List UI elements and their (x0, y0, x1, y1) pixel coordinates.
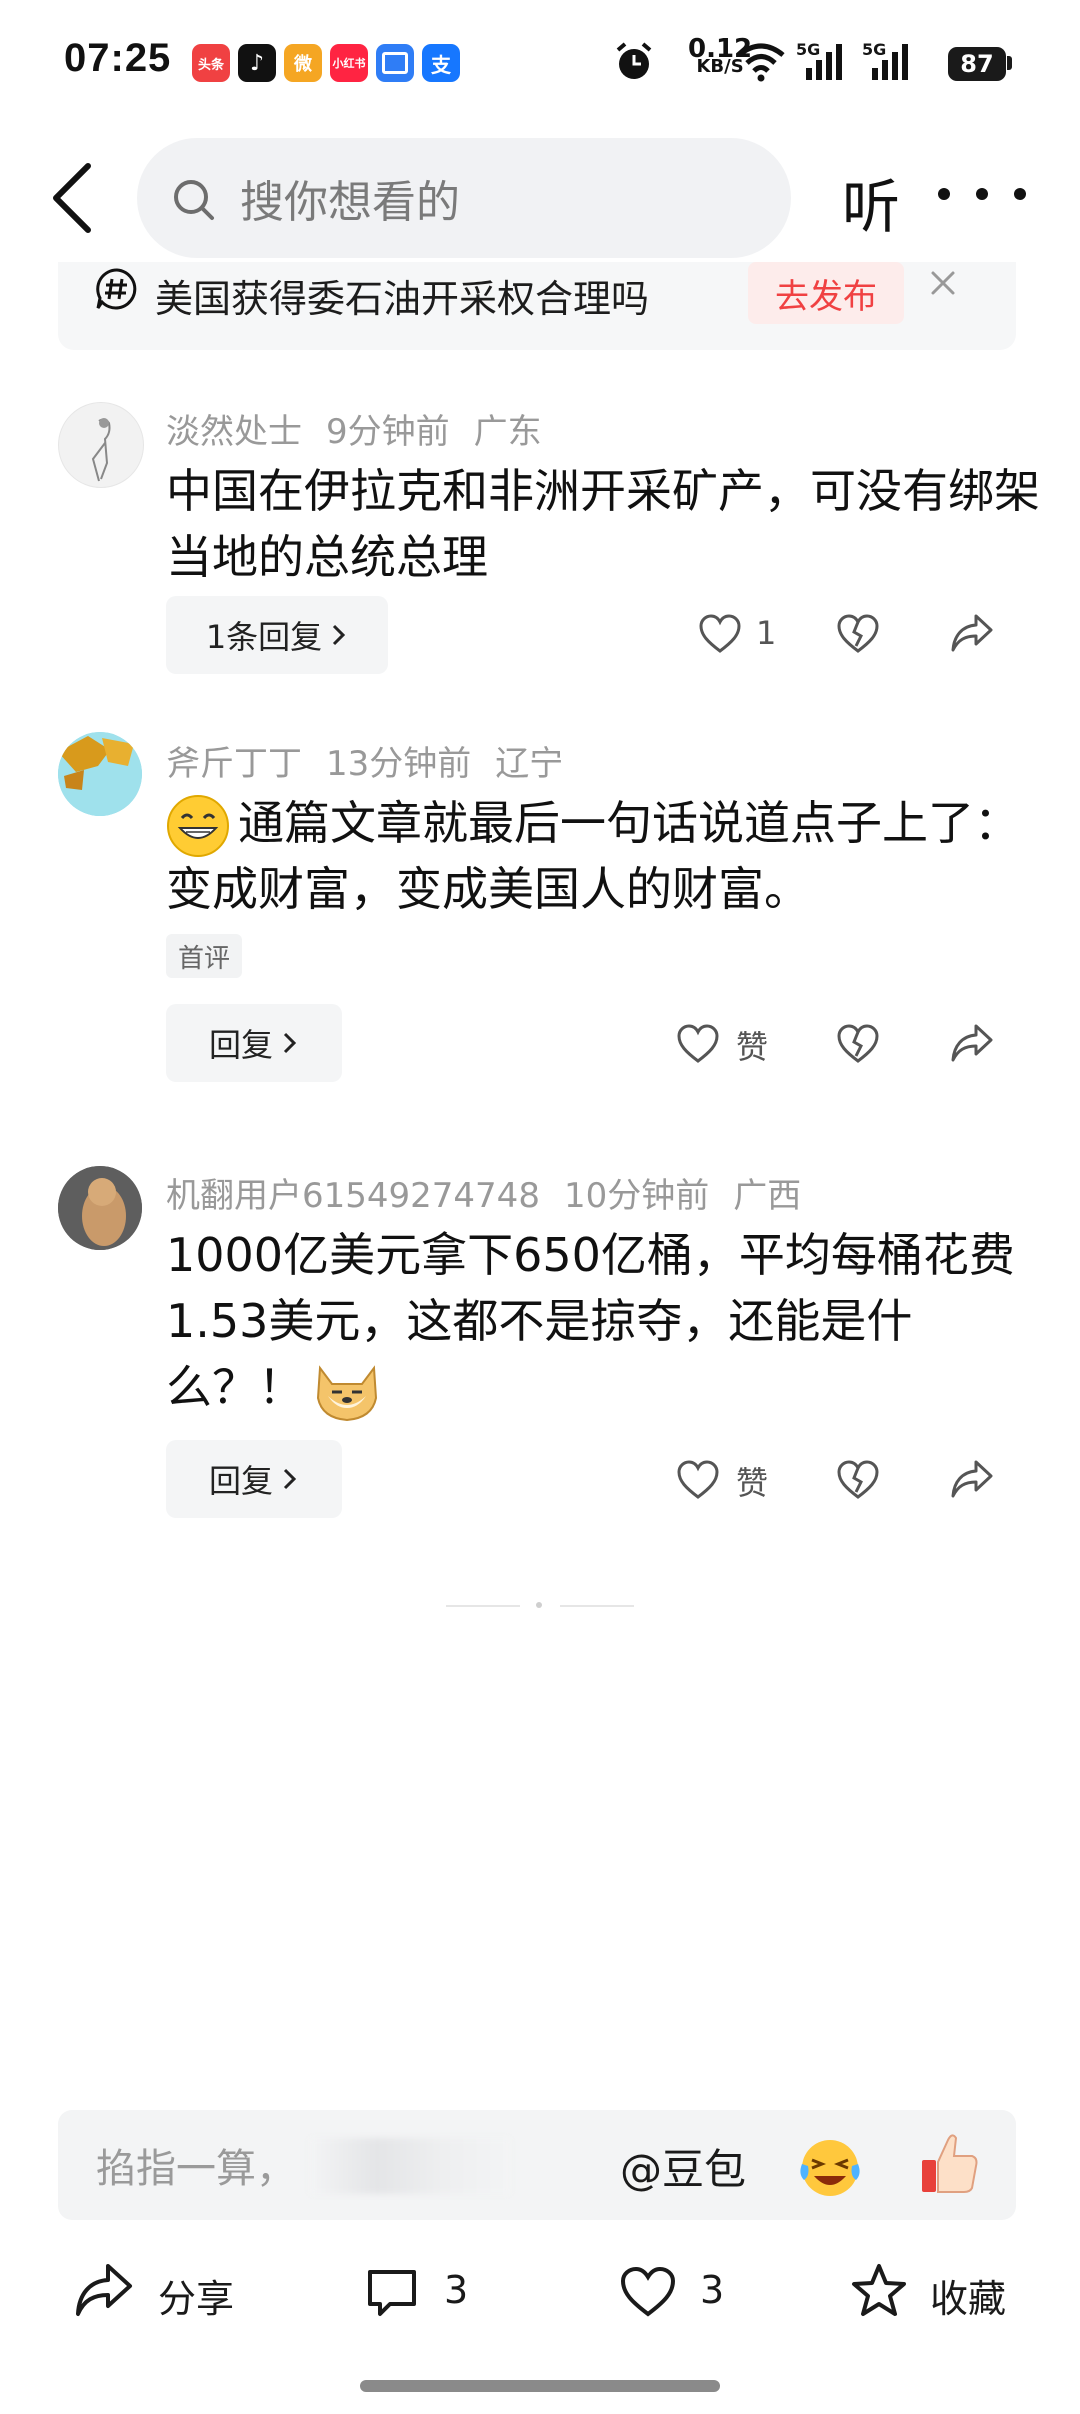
alipay-icon: 支 (422, 44, 460, 82)
comment-count: 3 (444, 2268, 469, 2312)
comment-bubble-icon (368, 2270, 416, 2316)
listen-button[interactable]: 听 (842, 160, 900, 244)
like-label: 赞 (736, 1464, 769, 1502)
dislike-broken-heart-icon[interactable] (836, 1024, 880, 1064)
avatar[interactable] (58, 1166, 142, 1250)
comment-time: 9分钟前 (326, 412, 450, 452)
topic-title: 美国获得委石油开采权合理吗 (155, 277, 650, 321)
more-icon[interactable] (934, 186, 1034, 202)
share-action[interactable]: 分享 (74, 2258, 264, 2328)
status-bar: 07:25 头条 ♪ 微 小红书 支 0.12 KB/S 5G 5G 87 (0, 0, 1080, 120)
weibo-icon: 微 (284, 44, 322, 82)
signal-5g-icon: 5G (862, 40, 914, 84)
search-placeholder: 搜你想看的 (240, 177, 460, 228)
mention-doubao-button[interactable]: @豆包 (620, 2136, 746, 2197)
comment-meta: 斧斤丁丁 13分钟前 辽宁 (166, 736, 587, 785)
avatar[interactable] (58, 732, 142, 816)
laughing-emoji-button-icon[interactable] (796, 2134, 864, 2198)
like-count: 3 (700, 2268, 725, 2312)
avatar-leaves-icon (58, 732, 142, 816)
home-indicator[interactable] (360, 2380, 720, 2392)
dislike-broken-heart-icon[interactable] (836, 1460, 880, 1500)
close-icon[interactable] (928, 268, 958, 298)
xiaohongshu-icon: 小红书 (330, 44, 368, 82)
publish-button[interactable]: 去发布 (748, 262, 904, 324)
blurred-placeholder-text (310, 2138, 510, 2194)
like-label: 赞 (736, 1028, 769, 1066)
comment-content[interactable]: 1000亿美元拿下650亿桶，平均每桶花费1.53美元，这都不是掠夺，还能是什么… (166, 1222, 1046, 1420)
star-icon (852, 2264, 906, 2316)
like-count: 1 (756, 614, 777, 652)
like-heart-icon[interactable] (698, 614, 742, 654)
favorite-label: 收藏 (930, 2277, 1007, 2321)
share-arrow-icon[interactable] (950, 1022, 994, 1064)
hashtag-icon (96, 268, 137, 310)
reply-label: 1条回复 (205, 618, 323, 656)
douyin-icon: ♪ (238, 44, 276, 82)
back-arrow-icon[interactable] (46, 160, 98, 236)
search-icon (174, 180, 214, 220)
heart-icon (620, 2266, 676, 2317)
end-divider-right (560, 1605, 634, 1607)
comment-input-placeholder: 掐指一算， (96, 2146, 296, 2192)
doge-emoji-icon (316, 1365, 378, 1422)
share-icon (76, 2264, 132, 2316)
reply-button[interactable]: 1条回复 (166, 596, 388, 674)
chevron-right-icon (333, 624, 346, 646)
comment-time: 13分钟前 (326, 744, 472, 784)
reply-button[interactable]: 回复 (166, 1440, 342, 1518)
comment-meta: 机翻用户61549274748 10分钟前 广西 (166, 1168, 825, 1217)
toutiao-icon: 头条 (192, 44, 230, 82)
share-arrow-icon[interactable] (950, 1458, 994, 1500)
search-input[interactable] (137, 138, 791, 258)
share-arrow-icon[interactable] (950, 612, 994, 654)
like-heart-icon[interactable] (676, 1460, 720, 1500)
signal-5g-icon: 5G (796, 40, 848, 84)
reply-label: 回复 (208, 1026, 273, 1064)
comment-meta: 淡然处士 9分钟前 广东 (166, 404, 566, 453)
comment-username[interactable]: 机翻用户61549274748 (166, 1176, 540, 1216)
thumbs-up-emoji-button-icon[interactable] (918, 2130, 982, 2196)
avatar-cat-icon (58, 1166, 142, 1250)
reply-button[interactable]: 回复 (166, 1004, 342, 1082)
wifi-icon (737, 43, 785, 82)
reply-label: 回复 (208, 1462, 273, 1500)
first-comment-tag: 首评 (166, 934, 243, 978)
chevron-right-icon (283, 1468, 297, 1490)
comment-time: 10分钟前 (563, 1176, 710, 1216)
status-time: 07:25 (64, 36, 172, 80)
alarm-icon (616, 42, 652, 79)
like-action[interactable]: 3 (620, 2258, 760, 2328)
end-divider-left (446, 1605, 520, 1607)
comment-location: 广东 (473, 412, 542, 452)
like-heart-icon[interactable] (676, 1024, 720, 1064)
comment-action[interactable]: 3 (364, 2258, 504, 2328)
avatar-figure-icon (91, 418, 111, 482)
comment-content[interactable]: 中国在伊拉克和非洲开采矿产，可没有绑架当地的总统总理 (166, 458, 1046, 590)
avatar[interactable] (58, 402, 144, 488)
comment-content[interactable]: 通篇文章就最后一句话说道点子上了：变成财富，变成美国人的财富。 (166, 790, 1046, 922)
end-divider-dot (536, 1602, 542, 1608)
grinning-emoji-icon (167, 795, 229, 857)
dislike-broken-heart-icon[interactable] (836, 614, 880, 654)
battery-indicator: 87 (948, 47, 1006, 81)
comment-location: 广西 (733, 1176, 802, 1216)
comment-username[interactable]: 淡然处士 (166, 412, 302, 452)
battery-tip (1007, 56, 1012, 70)
chevron-right-icon (283, 1032, 297, 1054)
favorite-action[interactable]: 收藏 (850, 2258, 1020, 2328)
files-icon (376, 44, 414, 82)
share-label: 分享 (158, 2277, 235, 2321)
comment-location: 辽宁 (495, 744, 564, 784)
comment-username[interactable]: 斧斤丁丁 (166, 744, 302, 784)
